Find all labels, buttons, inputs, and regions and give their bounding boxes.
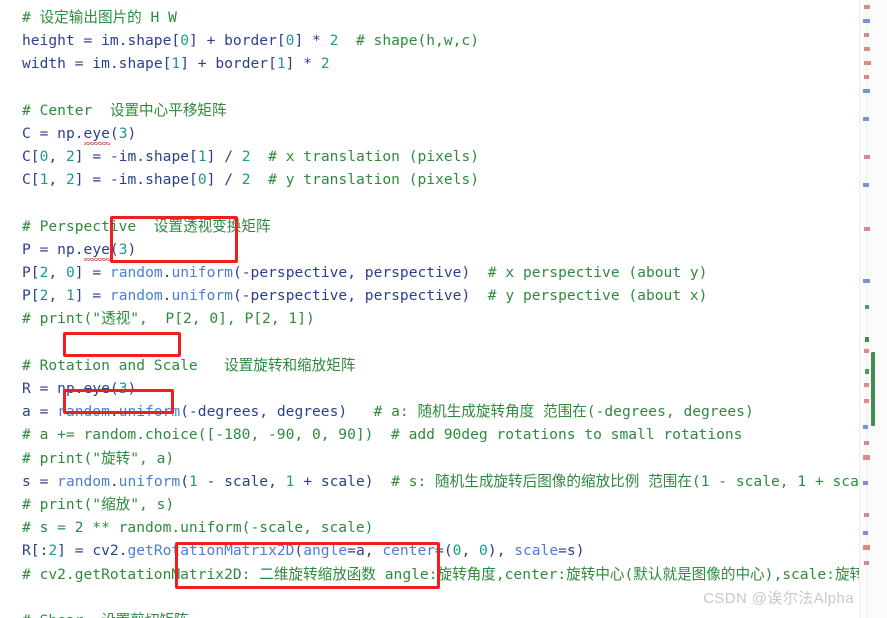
- code-token-comment: # Rotation and Scale 设置旋转和缩放矩阵: [22, 356, 356, 374]
- code-token-comment: # Perspective 设置透视变换矩阵: [22, 217, 271, 235]
- minimap-code-mark: [864, 61, 871, 65]
- code-token-comment: # Shear 设置剪切矩阵: [22, 612, 189, 618]
- minimap-code-mark: [864, 349, 869, 353]
- code-line[interactable]: # cv2.getRotationMatrix2D: 二维旋转缩放函数 angl…: [0, 563, 860, 586]
- code-line[interactable]: height = im.shape[0] + border[0] * 2 # s…: [0, 29, 860, 52]
- minimap-code-mark: [864, 5, 870, 9]
- csdn-watermark: CSDN @诶尔法Alpha: [703, 590, 854, 607]
- code-line[interactable]: # print("缩放", s): [0, 493, 860, 516]
- minimap-code-mark: [863, 279, 870, 283]
- code-line[interactable]: R[:2] = cv2.getRotationMatrix2D(angle=a,…: [0, 539, 860, 562]
- code-line[interactable]: C = np.eye(3): [0, 122, 860, 146]
- minimap-scroll-thumb[interactable]: [871, 352, 875, 426]
- minimap-code-mark: [865, 305, 869, 309]
- code-line[interactable]: P[2, 1] = random.uniform(-perspective, p…: [0, 284, 860, 307]
- code-line[interactable]: # Shear 设置剪切矩阵: [0, 609, 860, 618]
- code-line[interactable]: a = random.uniform(-degrees, degrees) # …: [0, 400, 860, 423]
- code-text-area[interactable]: # 设定输出图片的 H W height = im.shape[0] + bor…: [0, 0, 860, 618]
- spellcheck-underline-eye: eye: [83, 238, 111, 262]
- minimap-code-mark: [863, 481, 868, 485]
- minimap-code-mark: [863, 89, 870, 93]
- code-token-comment: # print("缩放", s): [22, 495, 175, 513]
- code-token-comment: # Center 设置中心平移矩阵: [22, 101, 227, 119]
- code-line[interactable]: R = np.eye(3): [0, 377, 860, 400]
- code-editor-screenshot: # 设定输出图片的 H W height = im.shape[0] + bor…: [0, 0, 887, 618]
- code-token-comment: # 设定输出图片的 H W: [22, 9, 177, 26]
- minimap-code-mark: [864, 47, 870, 51]
- code-line[interactable]: P[2, 0] = random.uniform(-perspective, p…: [0, 261, 860, 284]
- minimap-code-mark: [864, 33, 869, 37]
- minimap-code-mark: [865, 337, 869, 342]
- minimap-code-mark: [863, 117, 869, 121]
- code-line[interactable]: P = np.eye(3): [0, 238, 860, 262]
- minimap-code-mark: [863, 455, 870, 460]
- minimap-code-mark: [865, 369, 869, 374]
- spellcheck-underline-eye: eye: [83, 122, 111, 146]
- code-token-comment: # print("旋转", a): [22, 449, 175, 467]
- minimap-code-mark: [864, 75, 869, 79]
- code-line[interactable]: # 设定输出图片的 H W: [0, 6, 860, 29]
- code-line[interactable]: width = im.shape[1] + border[1] * 2: [0, 52, 860, 75]
- code-line[interactable]: C[1, 2] = -im.shape[0] / 2 # y translati…: [0, 168, 860, 191]
- code-line[interactable]: # s = 2 ** random.uniform(-scale, scale): [0, 516, 860, 539]
- code-token-comment: # s = 2 ** random.uniform(-scale, scale): [22, 519, 374, 537]
- minimap-code-mark: [864, 513, 869, 517]
- code-line[interactable]: # print("透视", P[2, 0], P[2, 1]): [0, 307, 860, 330]
- code-line[interactable]: # Center 设置中心平移矩阵: [0, 99, 860, 122]
- code-line[interactable]: # a += random.choice([-180, -90, 0, 90])…: [0, 423, 860, 446]
- code-token-comment: # print("透视", P[2, 0], P[2, 1]): [22, 310, 315, 328]
- code-line[interactable]: C[0, 2] = -im.shape[1] / 2 # x translati…: [0, 145, 860, 168]
- minimap-code-mark: [864, 561, 869, 565]
- code-token-comment: # a += random.choice([-180, -90, 0, 90])…: [22, 426, 743, 444]
- minimap-code-mark: [863, 545, 870, 550]
- minimap-code-mark: [863, 531, 868, 535]
- code-line[interactable]: s = random.uniform(1 - scale, 1 + scale)…: [0, 470, 860, 493]
- minimap-code-mark: [864, 227, 870, 231]
- code-token-comment: # cv2.getRotationMatrix2D: 二维旋转缩放函数 angl…: [22, 565, 860, 583]
- minimap-code-mark: [864, 399, 869, 403]
- minimap-code-mark: [864, 383, 869, 387]
- minimap-code-mark: [863, 425, 868, 429]
- minimap-code-mark: [863, 183, 869, 187]
- code-line[interactable]: # Perspective 设置透视变换矩阵: [0, 215, 860, 238]
- minimap-code-mark: [864, 155, 870, 159]
- minimap-code-mark: [863, 19, 870, 23]
- code-minimap[interactable]: [859, 0, 887, 618]
- minimap-code-mark: [864, 441, 869, 445]
- code-line[interactable]: # Rotation and Scale 设置旋转和缩放矩阵: [0, 354, 860, 377]
- code-line[interactable]: # print("旋转", a): [0, 447, 860, 470]
